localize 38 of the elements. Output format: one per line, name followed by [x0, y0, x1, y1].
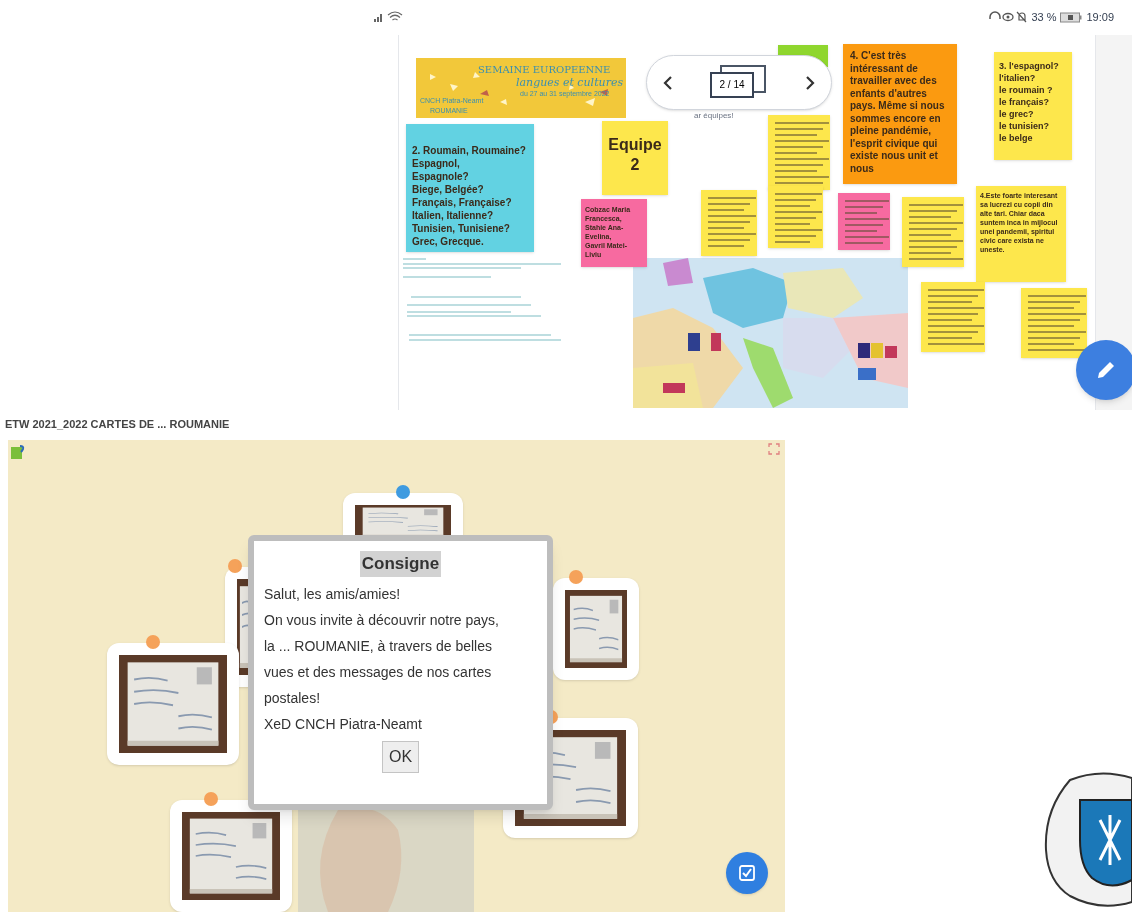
postcard[interactable] [107, 643, 239, 765]
battery-percentage: 33 % [1031, 9, 1057, 25]
slide-counter: 2 / 14 [710, 71, 754, 98]
dialog-text-line: Salut, les amis/amies! [264, 584, 402, 604]
previous-icon[interactable] [663, 74, 673, 91]
blurred-text-drawing [708, 197, 756, 247]
sticky-note: 3. l'espagnol? l'italien? le roumain ? le français? le grec? le tunisien? le belge [994, 52, 1072, 160]
ok-button[interactable]: OK [381, 740, 420, 773]
partial-caption: ar équipes! [694, 110, 734, 122]
clock-time: 19:09 [1086, 9, 1114, 25]
board-title: ETW 2021_2022 CARTES DE ... ROUMANIE [5, 417, 230, 432]
blurred-text-drawing [845, 200, 889, 244]
blurred-text-drawing [775, 122, 829, 184]
blurred-text-drawing [775, 193, 822, 243]
pencil-icon [1095, 359, 1117, 381]
help-icon[interactable] [10, 444, 26, 460]
checkbox-icon [739, 865, 755, 881]
dialog-text-line: postales! [264, 688, 322, 708]
postcard[interactable] [553, 578, 639, 680]
blurred-text-drawing [909, 204, 963, 260]
check-button[interactable] [726, 852, 768, 894]
banner-subtitle: langues et cultures [516, 75, 624, 91]
dialog-title: Consigne [359, 551, 442, 577]
sticky-note: 4. C'est très intéressant de travailler avec des enfants d'autres pays. Même si nous sommes encore en pleine pandémie, l'esprit civique qui existe nous unit et nous [843, 44, 957, 184]
dialog-text-line: XeD CNCH Piatra-Neamt [264, 714, 423, 734]
status-icons-drawing [989, 11, 1028, 23]
blurred-text-drawing [1028, 295, 1086, 351]
postcard[interactable] [170, 800, 292, 912]
sticky-note: Equipe 2 [602, 121, 668, 195]
battery-icon [1060, 11, 1083, 23]
blurred-text-drawing [928, 289, 984, 345]
next-icon[interactable] [805, 74, 815, 91]
dialog-text-line: la ... ROUMANIE, à travers de belles [264, 636, 493, 656]
signal-wifi-icon [373, 11, 403, 23]
banner-title: SEMAINE EUROPEENNE [478, 63, 611, 77]
sticky-note: 2. Roumain, Roumaine? Espagnol, Espagnole? Biege, Belgée? Français, Française? Italien, Italienne? Tunisien, Tunisiene? Grec, Grecque. [406, 124, 534, 252]
dialog-text-line: vues et des messages de nos cartes [264, 662, 493, 682]
dialog-text-line: On vous invite à découvrir notre pays, [264, 610, 499, 630]
